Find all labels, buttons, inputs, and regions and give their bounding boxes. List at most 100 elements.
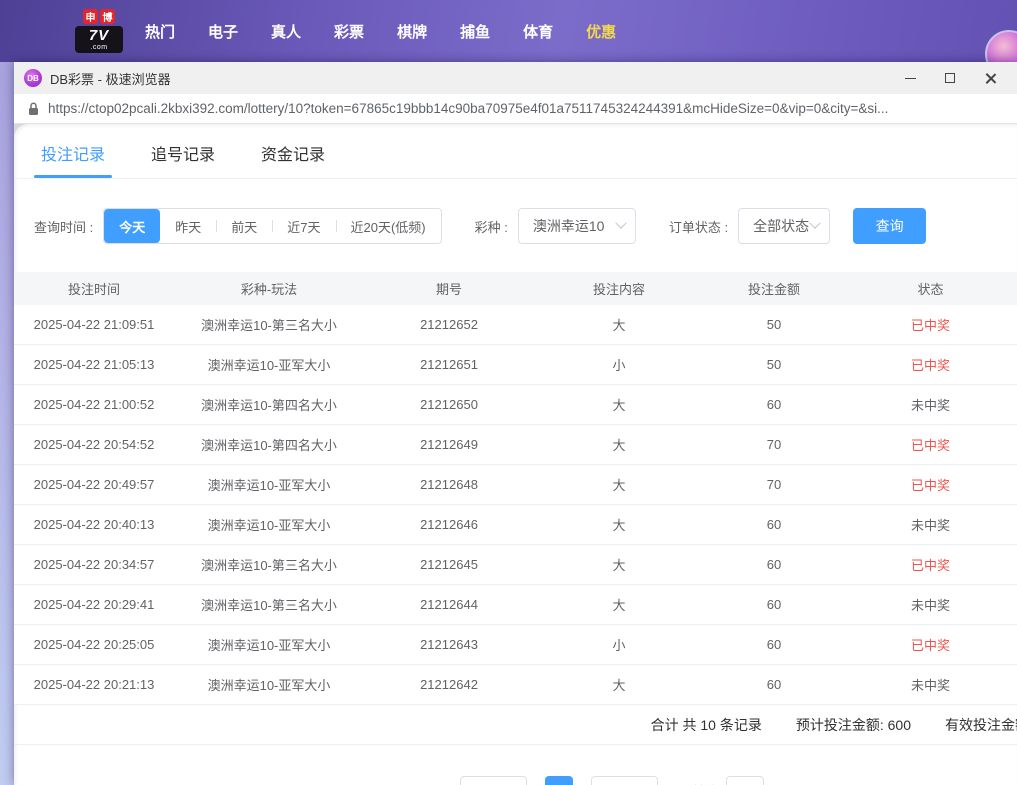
cell-amount: 70 — [704, 437, 844, 452]
page-content: 投注记录 追号记录 资金记录 查询时间 : 今天昨天前天近7天近20天(低频) 彩种… — [14, 124, 1017, 785]
goto-page-suffix: 页 — [772, 781, 785, 785]
cell-amount: 60 — [704, 517, 844, 532]
chevron-down-icon — [615, 218, 626, 229]
order-status-select[interactable]: 全部状态 — [738, 208, 830, 244]
lottery-select[interactable]: 澳洲幸运10 — [518, 208, 636, 244]
chevron-down-icon — [809, 218, 820, 229]
browser-window: DB DB彩票 - 极速浏览器 https://ctop02pcali.2kbx… — [14, 62, 1017, 785]
table-row: 2025-04-22 21:05:13澳洲幸运10-亚军大小21212651小5… — [14, 345, 1017, 385]
column-header-彩种-玩法: 彩种-玩法 — [174, 279, 364, 298]
column-header-投注金额: 投注金额 — [704, 279, 844, 298]
cell-issue: 21212644 — [364, 597, 534, 612]
window-titlebar[interactable]: DB DB彩票 - 极速浏览器 — [14, 62, 1017, 94]
table-row: 2025-04-22 20:49:57澳洲幸运10-亚军大小21212648大7… — [14, 465, 1017, 505]
nav-item-电子[interactable]: 电子 — [208, 21, 238, 42]
cell-content: 大 — [534, 315, 704, 334]
valid-bet-amount: 有效投注金额 — [945, 715, 1017, 735]
cell-game: 澳洲幸运10-第三名大小 — [174, 555, 364, 574]
cell-time: 2025-04-22 20:54:52 — [14, 437, 174, 452]
cell-time: 2025-04-22 21:05:13 — [14, 357, 174, 372]
pagination: 上一页 1 下一页 前往 页 — [121, 776, 1017, 785]
nav-item-棋牌[interactable]: 棋牌 — [397, 21, 427, 42]
cell-amount: 60 — [704, 677, 844, 692]
tab-投注记录[interactable]: 投注记录 — [41, 141, 105, 178]
cell-amount: 50 — [704, 317, 844, 332]
table-header: 投注时间彩种-玩法期号投注内容投注金额状态 — [14, 272, 1017, 305]
goto-page-input[interactable] — [726, 776, 764, 785]
cell-status: 已中奖 — [844, 555, 1017, 574]
minimize-icon — [905, 78, 916, 79]
cell-content: 大 — [534, 435, 704, 454]
cell-issue: 21212645 — [364, 557, 534, 572]
time-option-昨天[interactable]: 昨天 — [160, 209, 216, 243]
column-header-投注内容: 投注内容 — [534, 279, 704, 298]
tab-追号记录[interactable]: 追号记录 — [151, 141, 215, 178]
cell-game: 澳洲幸运10-第四名大小 — [174, 395, 364, 414]
cell-game: 澳洲幸运10-第四名大小 — [174, 435, 364, 454]
next-page-button[interactable]: 下一页 — [591, 776, 658, 785]
cell-issue: 21212642 — [364, 677, 534, 692]
time-option-今天[interactable]: 今天 — [104, 209, 160, 243]
nav-item-真人[interactable]: 真人 — [271, 21, 301, 42]
window-title: DB彩票 - 极速浏览器 — [50, 69, 171, 88]
time-filter-group: 今天昨天前天近7天近20天(低频) — [103, 208, 441, 244]
filter-bar: 查询时间 : 今天昨天前天近7天近20天(低频) 彩种 : 澳洲幸运10 订单状… — [14, 208, 1017, 244]
cell-status: 已中奖 — [844, 355, 1017, 374]
cell-status: 已中奖 — [844, 635, 1017, 654]
cell-amount: 60 — [704, 597, 844, 612]
cell-content: 小 — [534, 355, 704, 374]
cell-issue: 21212646 — [364, 517, 534, 532]
time-option-近20天(低频)[interactable]: 近20天(低频) — [336, 209, 441, 243]
url-text: https://ctop02pcali.2kbxi392.com/lottery… — [48, 101, 888, 116]
goto-page-label: 前往 — [692, 781, 718, 785]
cell-game: 澳洲幸运10-亚军大小 — [174, 355, 364, 374]
table-body: 2025-04-22 21:09:51澳洲幸运10-第三名大小21212652大… — [14, 305, 1017, 705]
logo-sub-text: .com — [78, 44, 120, 51]
nav-item-捕鱼[interactable]: 捕鱼 — [460, 21, 490, 42]
time-option-前天[interactable]: 前天 — [216, 209, 272, 243]
nav-item-体育[interactable]: 体育 — [523, 21, 553, 42]
site-logo[interactable]: 申 博 7V .com — [75, 9, 123, 53]
cell-issue: 21212648 — [364, 477, 534, 492]
cell-time: 2025-04-22 20:29:41 — [14, 597, 174, 612]
time-filter-label: 查询时间 : — [34, 217, 93, 236]
cell-content: 大 — [534, 595, 704, 614]
cell-issue: 21212649 — [364, 437, 534, 452]
table-row: 2025-04-22 21:09:51澳洲幸运10-第三名大小21212652大… — [14, 305, 1017, 345]
logo-badge-left: 申 — [83, 9, 98, 24]
column-header-投注时间: 投注时间 — [14, 279, 174, 298]
cell-content: 大 — [534, 515, 704, 534]
cell-time: 2025-04-22 20:49:57 — [14, 477, 174, 492]
cell-time: 2025-04-22 21:00:52 — [14, 397, 174, 412]
minimize-button[interactable] — [903, 71, 917, 85]
cell-time: 2025-04-22 20:25:05 — [14, 637, 174, 652]
current-page-button[interactable]: 1 — [545, 776, 573, 785]
cell-content: 大 — [534, 475, 704, 494]
lottery-select-value: 澳洲幸运10 — [533, 216, 605, 236]
cell-time: 2025-04-22 20:34:57 — [14, 557, 174, 572]
close-button[interactable] — [983, 71, 997, 85]
summary-row: 合计 共 10 条记录 预计投注金额: 600 有效投注金额 — [14, 705, 1017, 745]
search-button[interactable]: 查询 — [853, 208, 926, 244]
nav-item-彩票[interactable]: 彩票 — [334, 21, 364, 42]
main-menu: 热门 电子 真人 彩票 棋牌 捕鱼 体育 优惠 — [145, 21, 616, 42]
time-option-近7天[interactable]: 近7天 — [272, 209, 335, 243]
window-controls — [903, 71, 1007, 85]
cell-amount: 60 — [704, 637, 844, 652]
tab-资金记录[interactable]: 资金记录 — [261, 141, 325, 178]
column-header-期号: 期号 — [364, 279, 534, 298]
maximize-button[interactable] — [943, 71, 957, 85]
cell-content: 大 — [534, 555, 704, 574]
nav-item-热门[interactable]: 热门 — [145, 21, 175, 42]
prev-page-button[interactable]: 上一页 — [460, 776, 527, 785]
record-tabs: 投注记录 追号记录 资金记录 — [14, 124, 1017, 179]
cell-game: 澳洲幸运10-第三名大小 — [174, 595, 364, 614]
cell-amount: 50 — [704, 357, 844, 372]
records-panel: 投注记录 追号记录 资金记录 查询时间 : 今天昨天前天近7天近20天(低频) 彩种… — [14, 124, 1017, 785]
cell-status: 未中奖 — [844, 395, 1017, 414]
top-navbar: 申 博 7V .com 热门 电子 真人 彩票 棋牌 捕鱼 体育 优惠 — [0, 0, 1017, 62]
address-bar[interactable]: https://ctop02pcali.2kbxi392.com/lottery… — [14, 94, 1017, 124]
table-row: 2025-04-22 21:00:52澳洲幸运10-第四名大小21212650大… — [14, 385, 1017, 425]
status-filter-label: 订单状态 : — [669, 217, 728, 236]
nav-item-优惠[interactable]: 优惠 — [586, 21, 616, 42]
